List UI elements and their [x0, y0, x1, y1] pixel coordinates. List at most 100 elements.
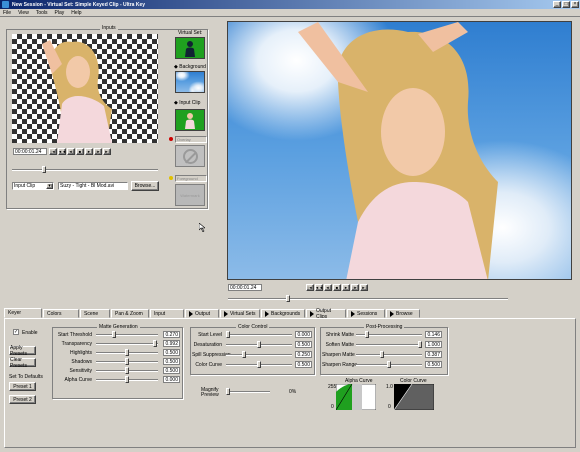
post-param-slider[interactable]: [356, 351, 422, 358]
color-param-value[interactable]: 0.000: [295, 331, 312, 338]
virtual-set-thumb[interactable]: [175, 37, 205, 59]
color-param-value[interactable]: 0.500: [295, 341, 312, 348]
step-forward-button[interactable]: |►: [351, 284, 359, 291]
matte-param-value[interactable]: 0.500: [163, 349, 180, 356]
menu-play[interactable]: Play: [55, 10, 65, 16]
step-forward-button[interactable]: |►: [94, 148, 102, 155]
slider-thumb[interactable]: [112, 331, 116, 338]
slider-thumb[interactable]: [125, 358, 129, 365]
close-icon[interactable]: ×: [571, 1, 579, 8]
source-file-field[interactable]: Suzy - Tight - Bl Mod.avi: [58, 182, 128, 190]
step-back-button[interactable]: ◄|: [324, 284, 332, 291]
go-start-button[interactable]: |◄: [49, 148, 57, 155]
tab-backgrounds[interactable]: Backgrounds: [261, 309, 305, 318]
step-back-button[interactable]: ◄|: [67, 148, 75, 155]
slider-thumb[interactable]: [257, 341, 261, 348]
go-end-button[interactable]: ►|: [103, 148, 111, 155]
matte-param-value[interactable]: 0.000: [163, 376, 180, 383]
color-curve-graph[interactable]: [394, 384, 434, 410]
play-button[interactable]: ►: [342, 284, 350, 291]
post-param-value[interactable]: 0.387: [425, 351, 442, 358]
post-param-slider[interactable]: [356, 361, 422, 368]
post-param-value[interactable]: 1.000: [425, 341, 442, 348]
rewind-button[interactable]: ◄◄: [315, 284, 323, 291]
tab-input[interactable]: Input: [150, 309, 184, 318]
slider-thumb[interactable]: [418, 341, 422, 348]
alpha-curve-graph[interactable]: [336, 384, 376, 410]
slider-thumb[interactable]: [242, 351, 246, 358]
background-label: ◆ Background: [174, 64, 206, 70]
tab-pan-zoom[interactable]: Pan & Zoom: [111, 309, 149, 318]
color-param-slider[interactable]: [226, 331, 292, 338]
menu-view[interactable]: View: [18, 10, 29, 16]
person-silhouette-icon: [185, 41, 195, 57]
background-thumb[interactable]: [175, 71, 205, 93]
color-param-value[interactable]: 0.250: [295, 351, 312, 358]
chevron-down-icon: ▾: [46, 183, 53, 189]
matte-param-slider[interactable]: [96, 367, 158, 374]
post-param-value[interactable]: 0.500: [425, 361, 442, 368]
slider-thumb[interactable]: [226, 331, 230, 338]
slider-thumb[interactable]: [153, 340, 157, 347]
browse-button[interactable]: Browse...: [131, 181, 159, 191]
slider-thumb[interactable]: [125, 376, 129, 383]
color-param-value[interactable]: 0.500: [295, 361, 312, 368]
watermark-thumb[interactable]: Watermark: [175, 184, 205, 206]
minimize-icon[interactable]: _: [553, 1, 561, 8]
menu-tools[interactable]: Tools: [36, 10, 48, 16]
tab-keyer[interactable]: Keyer: [4, 308, 42, 318]
color-param-slider[interactable]: [226, 351, 292, 358]
menu-help[interactable]: Help: [71, 10, 81, 16]
matte-param-value[interactable]: 0.500: [163, 367, 180, 374]
enable-checkbox[interactable]: ✓: [13, 329, 19, 335]
output-timecode[interactable]: 00:00:01.24: [228, 284, 262, 291]
slider-thumb[interactable]: [387, 361, 391, 368]
slider-thumb[interactable]: [125, 349, 129, 356]
tab-virtual-sets[interactable]: Virtual Sets: [220, 309, 260, 318]
slider-thumb[interactable]: [125, 367, 129, 374]
matte-param-value[interactable]: 0.500: [163, 358, 180, 365]
slider-thumb[interactable]: [380, 351, 384, 358]
post-param-slider[interactable]: [356, 341, 422, 348]
tab-scene[interactable]: Scene: [80, 309, 110, 318]
stop-button[interactable]: ■: [76, 148, 84, 155]
tab-output[interactable]: Output: [185, 309, 219, 318]
matte-param-value[interactable]: 0.992: [163, 340, 180, 347]
post-param-slider[interactable]: [356, 331, 422, 338]
rewind-button[interactable]: ◄◄: [58, 148, 66, 155]
preset-1-button[interactable]: Preset 1: [9, 382, 36, 391]
overlay-thumb[interactable]: [175, 145, 205, 167]
matte-param-slider[interactable]: [96, 349, 158, 356]
input-scrubber[interactable]: [12, 166, 158, 173]
stop-button[interactable]: ■: [333, 284, 341, 291]
apply-presets-button[interactable]: Apply Presets: [9, 345, 36, 357]
menu-file[interactable]: File: [3, 10, 11, 16]
color-param-slider[interactable]: [226, 361, 292, 368]
input-clip-thumb[interactable]: [175, 109, 205, 131]
tab-browse[interactable]: Browse: [386, 309, 420, 318]
go-end-button[interactable]: ►|: [360, 284, 368, 291]
color-param-slider[interactable]: [226, 341, 292, 348]
matte-param-slider[interactable]: [96, 376, 158, 383]
post-param-value[interactable]: 0.146: [425, 331, 442, 338]
matte-param-slider[interactable]: [96, 340, 158, 347]
matte-param-slider[interactable]: [96, 331, 158, 338]
slider-thumb[interactable]: [257, 361, 261, 368]
input-timecode[interactable]: 00:00:01.24: [13, 148, 47, 155]
magnify-slider[interactable]: [226, 388, 270, 395]
tab-colors[interactable]: Colors: [43, 309, 79, 318]
foreground-select[interactable]: Foreground: [175, 175, 207, 182]
maximize-icon[interactable]: □: [562, 1, 570, 8]
matte-param-value[interactable]: 0.270: [163, 331, 180, 338]
tab-sessions[interactable]: Sessions: [347, 309, 385, 318]
go-start-button[interactable]: |◄: [306, 284, 314, 291]
slider-thumb[interactable]: [365, 331, 369, 338]
overlay-select[interactable]: Overlay: [175, 136, 207, 143]
matte-param-slider[interactable]: [96, 358, 158, 365]
source-select[interactable]: Input Clip ▾: [12, 182, 54, 190]
tab-output-clips[interactable]: Output Clips: [306, 308, 346, 320]
play-button[interactable]: ►: [85, 148, 93, 155]
output-scrubber[interactable]: [228, 295, 508, 302]
clear-presets-button[interactable]: Clear Presets: [9, 357, 36, 369]
preset-2-button[interactable]: Preset 2: [9, 395, 36, 404]
